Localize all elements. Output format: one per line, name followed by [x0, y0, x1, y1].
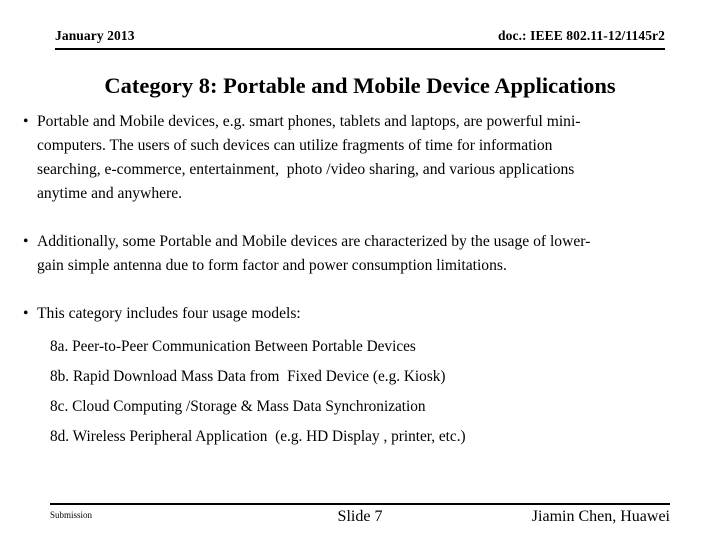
slide-header: January 2013 doc.: IEEE 802.11-12/1145r2 — [55, 28, 665, 44]
bullet-marker-icon: • — [23, 305, 29, 322]
bullet-line: Portable and Mobile devices, e.g. smart … — [37, 113, 581, 130]
bullet-line: This category includes four usage models… — [37, 305, 301, 322]
usage-model-item-8d: 8d. Wireless Peripheral Application (e.g… — [50, 428, 466, 445]
header-document-number: doc.: IEEE 802.11-12/1145r2 — [498, 28, 665, 43]
bullet-item: • This category includes four usage mode… — [0, 302, 720, 326]
slide-canvas: January 2013 doc.: IEEE 802.11-12/1145r2… — [0, 0, 720, 540]
bullet-line: searching, e-commerce, entertainment, ph… — [37, 161, 575, 178]
slide-body: • Portable and Mobile devices, e.g. smar… — [0, 110, 720, 452]
bullet-marker-icon: • — [23, 113, 29, 130]
usage-model-list: 8a. Peer-to-Peer Communication Between P… — [0, 332, 720, 452]
bullet-item: • Additionally, some Portable and Mobile… — [0, 230, 720, 278]
footer-divider — [50, 503, 670, 505]
usage-model-item-8a: 8a. Peer-to-Peer Communication Between P… — [50, 338, 416, 355]
bullet-line: computers. The users of such devices can… — [37, 137, 553, 154]
slide-footer: Submission Slide 7 Jiamin Chen, Huawei — [50, 506, 670, 536]
bullet-marker-icon: • — [23, 233, 29, 250]
bullet-line: Additionally, some Portable and Mobile d… — [37, 233, 591, 250]
header-divider — [55, 48, 665, 50]
usage-model-item-8b: 8b. Rapid Download Mass Data from Fixed … — [50, 368, 446, 385]
bullet-line: gain simple antenna due to form factor a… — [37, 257, 507, 274]
header-date: January 2013 — [55, 28, 135, 43]
footer-author: Jiamin Chen, Huawei — [531, 508, 670, 525]
bullet-line: anytime and anywhere. — [37, 185, 183, 202]
slide-title: Category 8: Portable and Mobile Device A… — [104, 73, 616, 98]
bullet-item: • Portable and Mobile devices, e.g. smar… — [0, 110, 720, 206]
usage-model-item-8c: 8c. Cloud Computing /Storage & Mass Data… — [50, 398, 426, 415]
